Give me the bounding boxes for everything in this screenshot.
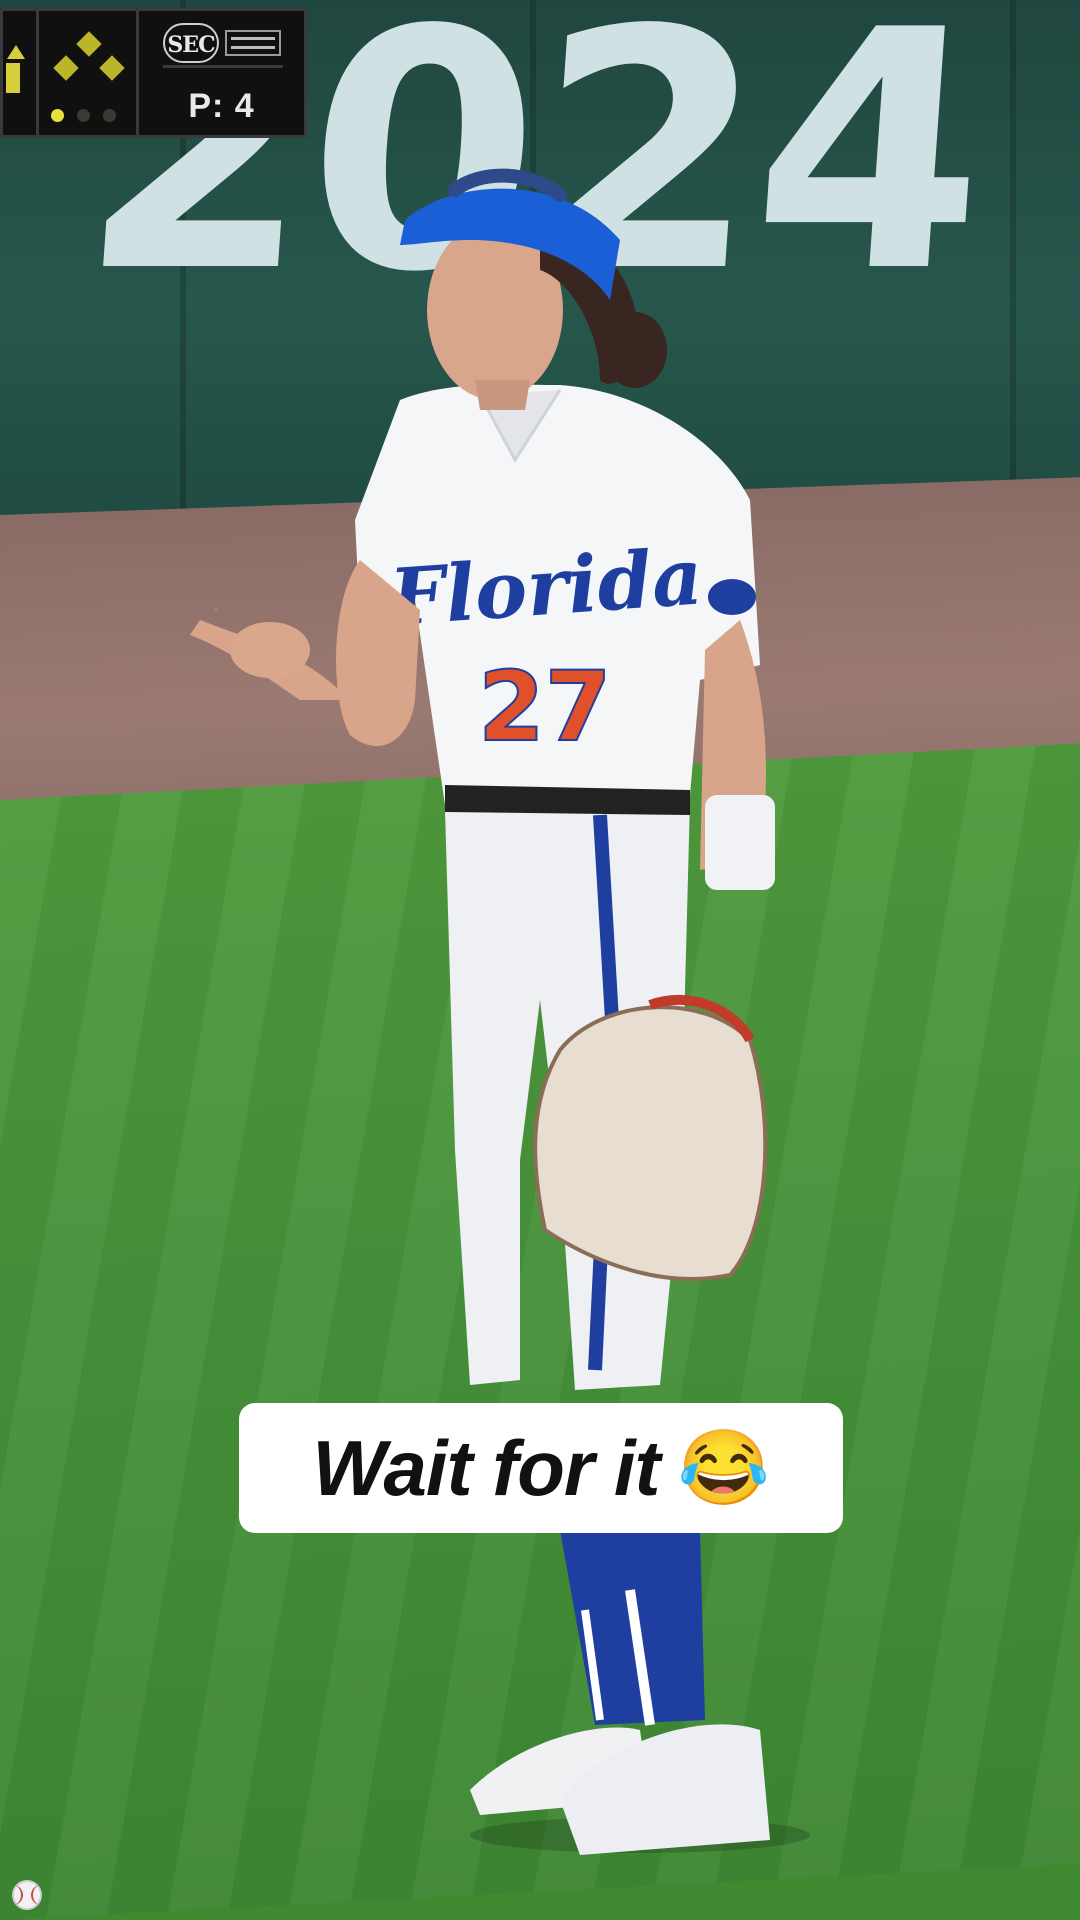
caption-box: Wait for it 😂 bbox=[239, 1403, 843, 1533]
out-dot bbox=[103, 109, 116, 122]
inning-arrow-icon bbox=[7, 45, 25, 59]
caption-text: Wait for it bbox=[312, 1423, 660, 1512]
second-base-icon bbox=[76, 31, 102, 57]
laughing-emoji-icon: 😂 bbox=[677, 1425, 770, 1509]
out-dot bbox=[51, 109, 64, 122]
network-wordmark-icon bbox=[225, 30, 281, 56]
jersey-number: 27 bbox=[478, 651, 612, 763]
network-logo: SEC bbox=[163, 21, 283, 68]
softball-icon bbox=[12, 1880, 42, 1910]
pitch-count: P: 4 bbox=[188, 87, 255, 125]
sec-logo-text: SEC bbox=[163, 23, 219, 63]
inning-indicator bbox=[3, 11, 39, 135]
video-frame: 2024 Florida 27 SEC P: 4 Wait for it 😂 bbox=[0, 0, 1080, 1920]
third-base-icon bbox=[53, 55, 79, 81]
scoreboard-overlay: SEC P: 4 bbox=[0, 8, 307, 138]
out-dot bbox=[77, 109, 90, 122]
softball-player: Florida 27 bbox=[190, 168, 810, 1855]
first-base-icon bbox=[99, 55, 125, 81]
base-runners-indicator bbox=[39, 11, 139, 135]
network-and-count: SEC P: 4 bbox=[139, 11, 304, 135]
